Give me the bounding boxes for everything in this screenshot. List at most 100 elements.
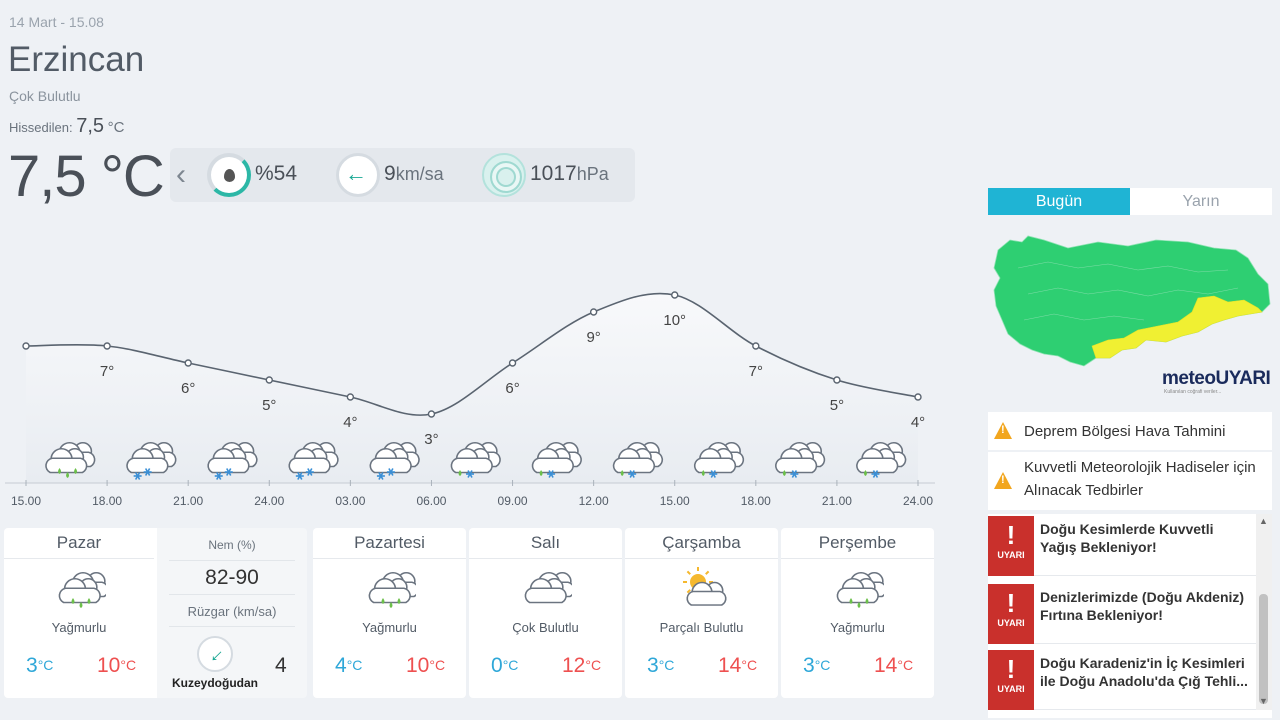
wind-arrow-icon: ← bbox=[336, 153, 380, 197]
warning-badge-label: UYARI bbox=[997, 618, 1025, 628]
day-name: Pazartesi bbox=[354, 533, 425, 552]
warning-badge: ! UYARI bbox=[988, 516, 1034, 576]
temperature-label: 7° bbox=[100, 363, 114, 380]
rain-icon bbox=[836, 571, 884, 608]
data-point bbox=[265, 376, 273, 384]
logo-part-a: meteo bbox=[1162, 368, 1216, 389]
hour-label: 09.00 bbox=[498, 494, 528, 508]
tab-today[interactable]: Bugün bbox=[988, 188, 1130, 215]
data-point bbox=[184, 359, 192, 367]
cloudy-icon bbox=[524, 571, 572, 604]
hour-label: 24.00 bbox=[903, 494, 933, 508]
tab-tomorrow[interactable]: Yarın bbox=[1130, 188, 1272, 215]
day-name: Salı bbox=[530, 533, 561, 552]
high-temp: 10°C bbox=[406, 654, 445, 678]
high-temp: 14°C bbox=[874, 654, 913, 678]
pressure-value: 1017hPa bbox=[530, 162, 609, 186]
day-condition: Çok Bulutlu bbox=[512, 620, 579, 635]
date-time: 14 Mart - 15.08 bbox=[9, 14, 104, 30]
high-temp-unit: °C bbox=[897, 657, 914, 673]
alert-link-earthquake[interactable]: Deprem Bölgesi Hava Tahmini bbox=[988, 412, 1272, 450]
scroll-down-icon[interactable]: ▼ bbox=[1259, 696, 1268, 706]
warning-title: Doğu Kesimlerde Kuvvetli Yağış Bekleniyo… bbox=[1040, 521, 1214, 555]
day-condition: Yağmurlu bbox=[362, 620, 417, 635]
hour-label: 06.00 bbox=[416, 494, 446, 508]
partly-cloudy-icon bbox=[682, 567, 727, 606]
low-temp-unit: °C bbox=[346, 657, 363, 673]
wind-direction-icon: ← bbox=[197, 636, 233, 672]
high-temp-value: 10 bbox=[406, 654, 430, 677]
day-card-2[interactable]: Pazartesi Yağmurlu 4°C 10°C bbox=[313, 528, 466, 698]
high-temp-value: 14 bbox=[718, 654, 742, 677]
humidity-value: %54 bbox=[255, 162, 298, 185]
exclamation-icon: ! bbox=[1006, 654, 1016, 684]
temperature-label: 5° bbox=[262, 397, 276, 414]
low-temp-value: 4 bbox=[335, 654, 347, 677]
exclamation-icon: ! bbox=[1006, 520, 1016, 550]
day-name: Çarşamba bbox=[662, 533, 741, 552]
warning-badge-label: UYARI bbox=[997, 684, 1025, 694]
temperature-label: 6° bbox=[505, 380, 519, 397]
low-temp-unit: °C bbox=[658, 657, 675, 673]
high-temp-value: 12 bbox=[562, 654, 586, 677]
low-temp-value: 3 bbox=[647, 654, 659, 677]
temperature-label: 4° bbox=[343, 414, 357, 431]
chevron-left-icon[interactable]: ‹ bbox=[176, 158, 186, 192]
day-card-4[interactable]: Çarşamba Parçalı Bulutlu 3°C 14°C bbox=[625, 528, 778, 698]
low-temp-value: 3 bbox=[26, 654, 38, 677]
temperature-label: 9° bbox=[586, 329, 600, 346]
data-point bbox=[346, 393, 355, 401]
alert-link-measures[interactable]: Kuvvetli Meteorolojik Hadiseler için Alı… bbox=[988, 452, 1272, 510]
exclamation-icon: ! bbox=[1006, 588, 1016, 618]
scroll-up-icon[interactable]: ▲ bbox=[1259, 516, 1268, 526]
day-condition: Parçalı Bulutlu bbox=[659, 620, 744, 635]
humidity-range: 82-90 bbox=[205, 566, 259, 589]
temperature-label: 5° bbox=[830, 397, 844, 414]
day-card-5[interactable]: Perşembe Yağmurlu 3°C 14°C bbox=[781, 528, 934, 698]
day-condition: Yağmurlu bbox=[51, 620, 107, 635]
rain-icon bbox=[368, 571, 416, 608]
low-temp: 3°C bbox=[647, 654, 674, 678]
temperature-label: 3° bbox=[424, 431, 438, 448]
high-temp: 14°C bbox=[718, 654, 757, 678]
humidity-label: Nem (%) bbox=[208, 538, 256, 552]
divider bbox=[469, 558, 622, 559]
divider bbox=[313, 558, 466, 559]
low-temp: 3°C bbox=[26, 654, 53, 678]
logo-part-b: UYARI bbox=[1215, 368, 1271, 389]
temperature-label: 10° bbox=[663, 312, 686, 329]
feels-value: 7,5 bbox=[76, 115, 105, 137]
hour-label: 15.00 bbox=[11, 494, 41, 508]
low-temp-value: 0 bbox=[491, 654, 503, 677]
day-name: Perşembe bbox=[818, 533, 897, 552]
high-temp: 12°C bbox=[562, 654, 601, 678]
scrollbar-thumb[interactable] bbox=[1259, 594, 1268, 704]
feels-unit: °C bbox=[107, 119, 125, 136]
logo-subtitle: Kullanılan coğrafi veriler... bbox=[1164, 389, 1222, 395]
warning-item[interactable]: ! UYARI Denizlerimizde (Doğu Akdeniz) Fır… bbox=[988, 582, 1256, 644]
warning-title: Denizlerimizde (Doğu Akdeniz) Fırtına Be… bbox=[1040, 589, 1245, 623]
wind-direction: Kuzeydoğudan bbox=[172, 676, 258, 690]
low-temp: 4°C bbox=[335, 654, 362, 678]
warning-item[interactable]: ! UYARI Doğu Karadeniz'in İç Kesimleri il… bbox=[988, 648, 1256, 710]
data-point bbox=[427, 410, 436, 418]
current-temperature: 7,5 °C bbox=[8, 144, 165, 209]
pressure-unit: hPa bbox=[576, 164, 609, 184]
warning-badge-label: UYARI bbox=[997, 550, 1025, 560]
low-temp-unit: °C bbox=[814, 657, 831, 673]
hour-label: 21.00 bbox=[173, 494, 203, 508]
day-condition: Yağmurlu bbox=[830, 620, 885, 635]
day-card-3[interactable]: Salı Çok Bulutlu 0°C 12°C bbox=[469, 528, 622, 698]
warning-item[interactable]: ! UYARI Doğu Kesimlerde Kuvvetli Yağış Be… bbox=[988, 514, 1256, 576]
meteo-uyari-logo[interactable]: meteoUYARI bbox=[1162, 368, 1271, 390]
warning-scrollbar[interactable]: ▲ ▼ bbox=[1256, 514, 1272, 710]
hour-label: 12.00 bbox=[579, 494, 609, 508]
hour-label: 24.00 bbox=[254, 494, 284, 508]
alert-title: Kuvvetli Meteorolojik Hadiseler için Alı… bbox=[1024, 459, 1256, 499]
hourly-chart-svg: 7° 6° 5° 4° 3° 6° 9° 10° 7° 5° 4° 15.00 18.00 21.00 24… bbox=[5, 291, 935, 508]
divider bbox=[781, 558, 934, 559]
data-point bbox=[914, 393, 922, 401]
warning-badge: ! UYARI bbox=[988, 650, 1034, 710]
divider bbox=[169, 560, 295, 561]
feels-label: Hissedilen: bbox=[9, 120, 73, 135]
